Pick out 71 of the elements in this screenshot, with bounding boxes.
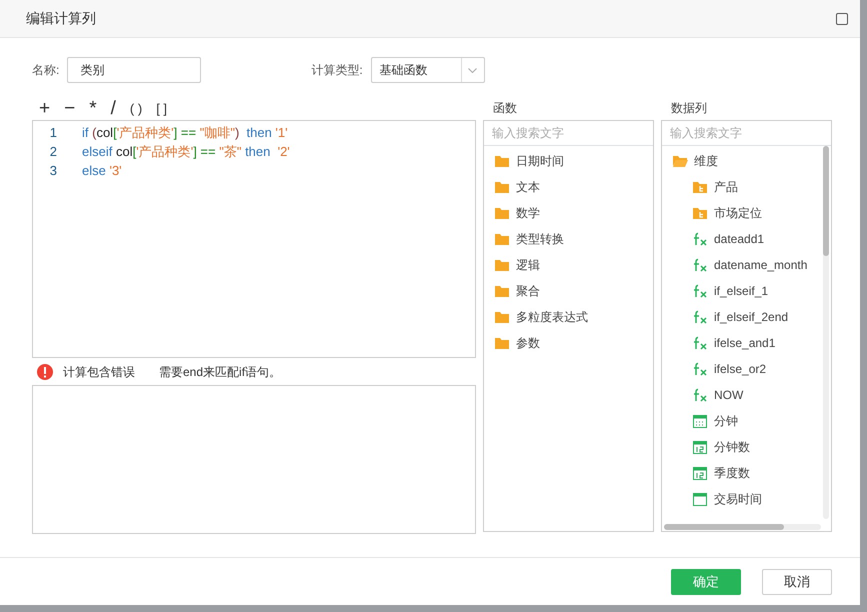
tree-item[interactable]: 逻辑 bbox=[484, 252, 653, 278]
tree-item[interactable]: datename_month bbox=[662, 252, 831, 278]
tree-item[interactable]: 分钟数 bbox=[662, 434, 831, 460]
error-message: 需要end来匹配if语句。 bbox=[159, 364, 282, 380]
scrollbar[interactable] bbox=[664, 524, 821, 530]
calc-type-select[interactable]: 基础函数 bbox=[370, 57, 485, 83]
tree-item[interactable]: 多粒度表达式 bbox=[484, 304, 653, 330]
chevron-down-icon bbox=[468, 68, 478, 72]
calendar-icon bbox=[692, 439, 708, 455]
line-number: 2 bbox=[48, 142, 57, 161]
field-label: 名称: bbox=[32, 62, 60, 79]
code-line: if (col['产品种类'] == "咖啡") then '1' bbox=[82, 124, 288, 142]
code-editor[interactable]: 1 if (col['产品种类'] == "咖啡") then '1' 2 elseif col['产品种类'] == "茶" then '2' 3 else '3' bbox=[32, 120, 476, 358]
operator-button[interactable]: [ ] bbox=[149, 102, 174, 114]
tree-item[interactable]: NOW bbox=[662, 382, 831, 408]
tree-item[interactable]: ifelse_or2 bbox=[662, 356, 831, 382]
operator-button[interactable]: + bbox=[32, 98, 58, 118]
tree-item[interactable]: 市场定位 bbox=[662, 200, 831, 226]
folder-icon bbox=[494, 153, 510, 169]
function-icon bbox=[692, 335, 708, 351]
tree-item[interactable]: if_elseif_1 bbox=[662, 278, 831, 304]
folder-icon bbox=[494, 179, 510, 195]
tree-item[interactable]: 数学 bbox=[484, 200, 653, 226]
function-icon bbox=[692, 309, 708, 325]
folder-icon bbox=[494, 309, 510, 325]
folder-icon bbox=[494, 257, 510, 273]
tree-item[interactable]: 产品 bbox=[662, 174, 831, 200]
calendar-icon bbox=[692, 465, 708, 481]
tree-item[interactable]: 参数 bbox=[484, 330, 653, 356]
tree-item[interactable]: if_elseif_2end bbox=[662, 304, 831, 330]
operator-button[interactable]: − bbox=[57, 98, 82, 118]
maximize-icon[interactable] bbox=[836, 12, 848, 24]
tree-item[interactable]: 季度数 bbox=[662, 460, 831, 486]
window-title: 编辑计算列 bbox=[26, 9, 96, 28]
folder-icon bbox=[494, 231, 510, 247]
function-icon bbox=[692, 283, 708, 299]
line-number: 3 bbox=[48, 162, 57, 180]
function-icon bbox=[692, 387, 708, 403]
tree-item[interactable]: 文本 bbox=[484, 174, 653, 200]
name-field[interactable]: 类别 bbox=[67, 57, 202, 83]
tree-item[interactable]: 日期时间 bbox=[484, 148, 653, 174]
calendar-icon bbox=[692, 491, 708, 507]
function-icon bbox=[692, 231, 708, 247]
tree-item[interactable]: dateadd1 bbox=[662, 226, 831, 252]
folder-icon bbox=[494, 283, 510, 299]
function-icon bbox=[692, 257, 708, 273]
tree-item[interactable]: 类型转换 bbox=[484, 226, 653, 252]
tree-item[interactable]: 交易时间 bbox=[662, 486, 831, 512]
operator-button[interactable]: ( ) bbox=[122, 102, 150, 114]
tree-item[interactable]: ifelse_and1 bbox=[662, 330, 831, 356]
scrollbar[interactable] bbox=[823, 146, 829, 519]
folder-icon bbox=[494, 335, 510, 351]
folder-icon bbox=[692, 179, 708, 195]
calendar-icon bbox=[692, 413, 708, 429]
line-number: 1 bbox=[48, 124, 57, 142]
tree-item[interactable]: 维度 bbox=[662, 148, 831, 174]
panel-heading: 函数 bbox=[492, 100, 518, 117]
code-line: elseif col['产品种类'] == "茶" then '2' bbox=[82, 142, 290, 161]
error-icon bbox=[37, 364, 53, 380]
operator-button[interactable]: * bbox=[82, 98, 104, 118]
panel-heading: 数据列 bbox=[670, 100, 708, 117]
error-title: 计算包含错误 bbox=[63, 364, 135, 380]
function-icon bbox=[692, 361, 708, 377]
folder-icon bbox=[494, 205, 510, 221]
field-label: 计算类型: bbox=[311, 62, 363, 79]
folder-icon bbox=[692, 205, 708, 221]
operator-button[interactable]: / bbox=[104, 98, 123, 118]
tree-item[interactable]: 聚合 bbox=[484, 278, 653, 304]
cancel-button[interactable]: 取消 bbox=[762, 568, 832, 594]
code-line: else '3' bbox=[82, 162, 122, 180]
tree-item[interactable]: 分钟 bbox=[662, 408, 831, 434]
